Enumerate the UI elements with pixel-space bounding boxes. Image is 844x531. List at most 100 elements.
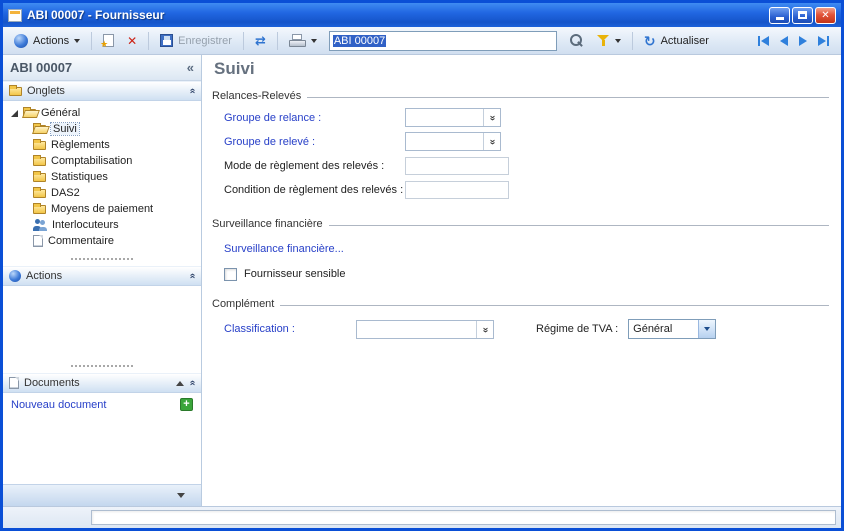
search-input[interactable]: ABI 00007: [329, 31, 557, 51]
actions-menu-button[interactable]: Actions: [9, 32, 85, 50]
printer-icon: [289, 34, 306, 47]
fournisseur-sensible-row: Fournisseur sensible: [212, 267, 829, 281]
collapse-sidebar-icon[interactable]: «: [187, 60, 194, 75]
mode-reglement-label: Mode de règlement des relevés :: [224, 160, 405, 172]
first-record-button[interactable]: [758, 36, 769, 46]
combo-dropdown-button[interactable]: »: [476, 321, 493, 338]
condition-reglement-label: Condition de règlement des relevés :: [224, 184, 405, 196]
app-icon: [8, 9, 22, 22]
filter-button[interactable]: [592, 32, 626, 49]
tree-item-label: Comptabilisation: [51, 155, 132, 167]
minimize-button[interactable]: [769, 7, 790, 24]
last-record-icon: [818, 36, 826, 46]
scroll-up-icon[interactable]: [176, 381, 184, 386]
tree-item-statistiques[interactable]: Statistiques: [3, 169, 201, 185]
next-record-icon: [799, 36, 807, 46]
groupe-de-relance-combo[interactable]: »: [405, 108, 501, 127]
mode-reglement-field: [405, 157, 509, 175]
sidebar-filler: [3, 411, 201, 484]
tree-item-suivi[interactable]: Suivi: [3, 121, 201, 137]
actions-icon: [9, 270, 21, 282]
tree-item-reglements[interactable]: Règlements: [3, 137, 201, 153]
toolbar-separator: [91, 32, 92, 50]
relances-group-caption: Relances-Relevés: [212, 89, 829, 103]
condition-reglement-row: Condition de règlement des relevés :: [212, 180, 829, 199]
surveillance-financiere-link[interactable]: Surveillance financière...: [224, 243, 344, 255]
titlebar[interactable]: ABI 00007 - Fournisseur ✕: [3, 3, 841, 27]
toolbar-separator: [632, 32, 633, 50]
add-document-button[interactable]: +: [180, 398, 193, 411]
fournisseur-sensible-checkbox[interactable]: [224, 268, 237, 281]
maximize-button[interactable]: [792, 7, 813, 24]
open-folder-icon: [23, 109, 36, 118]
combo-dropdown-button[interactable]: »: [483, 109, 500, 126]
chevron-down-icon: »: [487, 115, 498, 120]
complement-group-caption: Complément: [212, 297, 829, 311]
regime-tva-select[interactable]: Général: [628, 319, 716, 339]
group-caption-line: [280, 305, 829, 306]
status-bar: [3, 506, 841, 528]
search-button[interactable]: [564, 31, 589, 50]
close-button[interactable]: ✕: [815, 7, 836, 24]
minimize-icon: [776, 17, 784, 20]
folder-icon: [33, 189, 46, 198]
tree-item-label: Statistiques: [51, 171, 108, 183]
toolbar-separator: [243, 32, 244, 50]
groupe-de-releve-combo[interactable]: »: [405, 132, 501, 151]
star-icon: ★: [100, 40, 108, 49]
save-button[interactable]: Enregistrer: [155, 32, 237, 49]
last-record-button[interactable]: [818, 36, 829, 46]
documents-icon: [9, 377, 19, 389]
filter-icon: [597, 34, 610, 47]
filter-caret-icon: [615, 39, 621, 43]
new-document-link[interactable]: Nouveau document: [11, 399, 106, 411]
refresh-icon: ↻: [644, 35, 656, 47]
tree-item-interlocuteurs[interactable]: Interlocuteurs: [3, 217, 201, 233]
new-record-icon: ★: [103, 34, 114, 47]
tree-item-label: Général: [41, 107, 80, 119]
refresh-button[interactable]: ↻ Actualiser: [639, 33, 714, 49]
dropdown-arrow-icon: [704, 327, 710, 331]
collapse-section-icon[interactable]: »: [187, 381, 198, 386]
scroll-down-icon[interactable]: [177, 493, 185, 498]
groupe-de-relance-row: Groupe de relance : »: [212, 108, 829, 127]
previous-record-button[interactable]: [780, 36, 788, 46]
tree-item-commentaire[interactable]: Commentaire: [3, 233, 201, 249]
page-title: Suivi: [212, 59, 829, 81]
app-window: ABI 00007 - Fournisseur ✕ Actions ★ ✕ En…: [0, 0, 844, 531]
tree-item-comptabilisation[interactable]: Comptabilisation: [3, 153, 201, 169]
group-caption-label: Complément: [212, 298, 274, 310]
sync-button[interactable]: ⇄: [250, 31, 271, 51]
sidebar-title: ABI 00007: [10, 60, 72, 75]
mode-reglement-row: Mode de règlement des relevés :: [212, 156, 829, 175]
onglets-section-header[interactable]: Onglets »: [3, 81, 201, 101]
expander-icon[interactable]: [11, 110, 18, 117]
sidebar-header: ABI 00007 «: [3, 55, 201, 81]
collapse-section-icon[interactable]: »: [187, 89, 198, 94]
sidebar-bottom-strip[interactable]: [3, 484, 201, 506]
actions-label: Actions: [33, 35, 69, 47]
combo-dropdown-button[interactable]: »: [483, 133, 500, 150]
tree-item-general[interactable]: Général: [3, 105, 201, 121]
print-button[interactable]: [284, 32, 322, 49]
tree-item-moyens-de-paiement[interactable]: Moyens de paiement: [3, 201, 201, 217]
documents-section-header[interactable]: Documents »: [3, 373, 201, 393]
actions-section-header[interactable]: Actions »: [3, 266, 201, 286]
next-record-button[interactable]: [799, 36, 807, 46]
complement-row: Classification : » Régime de TVA : Génér…: [212, 319, 829, 339]
classification-label: Classification :: [224, 323, 356, 335]
tree-item-label: Suivi: [51, 123, 79, 135]
delete-button[interactable]: ✕: [122, 32, 142, 50]
refresh-label: Actualiser: [661, 35, 709, 47]
toolbar-separator: [148, 32, 149, 50]
tree-item-das2[interactable]: DAS2: [3, 185, 201, 201]
actions-caret-icon: [74, 39, 80, 43]
new-record-button[interactable]: ★: [98, 32, 119, 49]
classification-combo[interactable]: »: [356, 320, 494, 339]
select-dropdown-button[interactable]: [698, 320, 715, 338]
status-field: [91, 510, 836, 525]
tree-item-label: Moyens de paiement: [51, 203, 153, 215]
tree-item-label: Règlements: [51, 139, 110, 151]
actions-icon: [14, 34, 28, 48]
collapse-section-icon[interactable]: »: [187, 274, 198, 279]
